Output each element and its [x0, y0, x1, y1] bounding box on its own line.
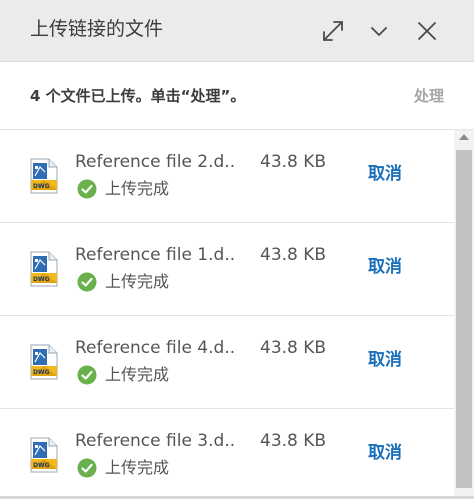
dwg-file-icon: DWG	[30, 437, 58, 473]
file-name: Reference file 4.d..	[75, 338, 236, 358]
file-size: 43.8 KB	[260, 245, 327, 265]
dwg-file-icon: DWG	[30, 158, 58, 194]
upload-status-text: 上传完成	[105, 272, 170, 291]
file-row: DWG Reference file 4.d.. 43.8 KB 上传完成 取消	[0, 316, 454, 409]
file-name: Reference file 2.d..	[75, 152, 236, 172]
upload-status-text: 上传完成	[105, 365, 170, 384]
check-circle-icon	[77, 458, 97, 478]
upload-status: 上传完成	[77, 177, 169, 201]
close-button[interactable]	[410, 14, 444, 48]
close-icon	[418, 22, 436, 40]
cancel-upload-button[interactable]: 取消	[368, 162, 402, 186]
process-button[interactable]: 处理	[414, 85, 444, 107]
upload-status: 上传完成	[77, 363, 169, 387]
upload-status: 上传完成	[77, 270, 169, 294]
file-row: DWG Reference file 1.d.. 43.8 KB 上传完成 取消	[0, 223, 454, 316]
file-size: 43.8 KB	[260, 338, 327, 358]
svg-text:DWG: DWG	[33, 183, 50, 190]
file-list: DWG Reference file 2.d.. 43.8 KB 上传完成 取消…	[0, 130, 454, 496]
dwg-file-icon: DWG	[30, 251, 58, 287]
svg-text:DWG: DWG	[33, 276, 50, 283]
svg-text:DWG: DWG	[33, 369, 50, 376]
check-circle-icon	[77, 272, 97, 292]
check-circle-icon	[77, 179, 97, 199]
scrollbar-thumb[interactable]	[456, 150, 472, 488]
expand-arrows-icon	[323, 21, 343, 41]
scroll-up-arrow-icon[interactable]	[459, 134, 469, 140]
svg-text:DWG: DWG	[33, 462, 50, 469]
cancel-upload-button[interactable]: 取消	[368, 441, 402, 465]
upload-status: 上传完成	[77, 456, 169, 480]
upload-status-text: 上传完成	[105, 458, 170, 477]
file-row: DWG Reference file 3.d.. 43.8 KB 上传完成 取消	[0, 409, 454, 496]
file-size: 43.8 KB	[260, 431, 327, 451]
dwg-file-icon: DWG	[30, 344, 58, 380]
expand-button[interactable]	[316, 14, 350, 48]
scrollbar[interactable]	[454, 130, 474, 496]
panel-title: 上传链接的文件	[30, 18, 164, 40]
upload-panel: 上传链接的文件 4 个文件已上传。单击“处理”。 处理 DWG Referenc…	[0, 0, 474, 499]
file-size: 43.8 KB	[260, 152, 327, 172]
collapse-button[interactable]	[362, 14, 396, 48]
chevron-down-icon	[371, 27, 387, 36]
cancel-upload-button[interactable]: 取消	[368, 255, 402, 279]
file-row: DWG Reference file 2.d.. 43.8 KB 上传完成 取消	[0, 130, 454, 223]
upload-summary-text: 4 个文件已上传。单击“处理”。	[30, 87, 246, 105]
upload-status-text: 上传完成	[105, 179, 170, 198]
panel-header: 上传链接的文件	[0, 0, 474, 62]
cancel-upload-button[interactable]: 取消	[368, 348, 402, 372]
summary-bar: 4 个文件已上传。单击“处理”。 处理	[0, 62, 474, 130]
check-circle-icon	[77, 365, 97, 385]
file-name: Reference file 3.d..	[75, 431, 236, 451]
file-name: Reference file 1.d..	[75, 245, 236, 265]
